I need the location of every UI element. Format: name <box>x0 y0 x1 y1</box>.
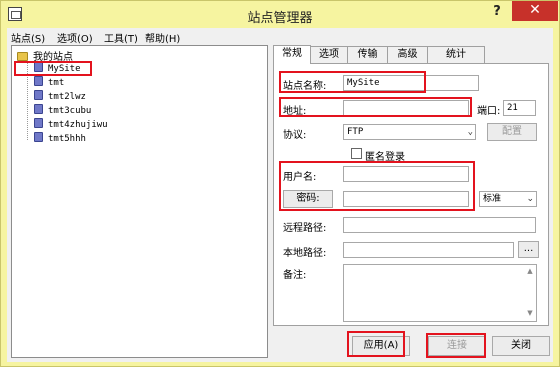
notes-textarea[interactable]: ▲ ▼ <box>343 264 537 322</box>
tree-item-mysite[interactable]: MySite <box>34 62 81 75</box>
address-input[interactable] <box>343 100 469 116</box>
site-name-label: 站点名称: <box>283 81 327 92</box>
close-button[interactable]: 关闭 <box>492 336 550 356</box>
help-button[interactable]: ? <box>487 4 507 22</box>
site-name-input[interactable]: MySite <box>343 75 479 91</box>
browse-button[interactable]: ... <box>518 241 539 258</box>
password-button[interactable]: 密码: <box>283 190 333 208</box>
server-icon <box>34 90 43 100</box>
menu-options[interactable]: 选项(O) <box>57 30 93 45</box>
folder-icon <box>17 52 28 61</box>
local-path-label: 本地路径: <box>283 248 327 259</box>
tree-item-label: tmt3cubu <box>48 106 92 116</box>
chevron-down-icon: ⌄ <box>467 127 473 137</box>
window-title: 站点管理器 <box>247 11 313 26</box>
menu-bar: 站点(S) 选项(O) 工具(T) 帮助(H) <box>7 28 553 45</box>
config-button[interactable]: 配置 <box>487 123 537 141</box>
address-label: 地址: <box>283 106 307 117</box>
protocol-select[interactable]: FTP ⌄ <box>343 124 476 140</box>
password-input[interactable] <box>343 191 469 207</box>
notes-label: 备注: <box>283 270 307 281</box>
tree-root[interactable]: 我的站点 <box>17 48 73 63</box>
tab-advanced[interactable]: 高级 <box>387 46 428 63</box>
auth-mode-value: 标准 <box>483 194 502 204</box>
local-path-input[interactable] <box>343 242 514 258</box>
tree-item-tmt2lwz[interactable]: tmt2lwz <box>34 90 86 103</box>
menu-site[interactable]: 站点(S) <box>11 30 45 45</box>
server-icon <box>34 104 43 114</box>
port-input[interactable]: 21 <box>503 100 536 116</box>
general-tab-panel: 站点名称: MySite 地址: 端口: 21 协议: FTP ⌄ 配置 匿名登… <box>273 63 549 326</box>
anonymous-checkbox[interactable] <box>351 148 362 159</box>
protocol-label: 协议: <box>283 130 307 141</box>
tree-item-label: tmt4zhujiwu <box>48 120 108 130</box>
scroll-down-icon[interactable]: ▼ <box>525 309 535 319</box>
tab-general[interactable]: 常规 <box>273 45 311 64</box>
connect-button[interactable]: 连接 <box>428 336 486 356</box>
username-input[interactable] <box>343 166 469 182</box>
tree-connector <box>27 59 28 140</box>
remote-path-input[interactable] <box>343 217 536 233</box>
tree-item-label: tmt5hhh <box>48 134 86 144</box>
site-manager-window: 站点管理器 ? ✕ 站点(S) 选项(O) 工具(T) 帮助(H) 我的站点 M… <box>0 0 560 367</box>
dialog-client: 站点(S) 选项(O) 工具(T) 帮助(H) 我的站点 MySite tmt … <box>7 28 553 362</box>
port-label: 端口: <box>477 106 501 117</box>
apply-button[interactable]: 应用(A) <box>352 336 410 356</box>
server-icon <box>34 76 43 86</box>
protocol-value: FTP <box>347 127 364 137</box>
tree-item-tmt[interactable]: tmt <box>34 76 64 89</box>
tab-statistics[interactable]: 统计 <box>427 46 485 63</box>
chevron-down-icon: ⌄ <box>526 194 534 204</box>
tree-item-tmt5hhh[interactable]: tmt5hhh <box>34 132 86 145</box>
tab-options[interactable]: 选项 <box>310 46 348 63</box>
scroll-up-icon[interactable]: ▲ <box>525 267 535 277</box>
anonymous-label: 匿名登录 <box>365 152 405 163</box>
server-icon <box>34 118 43 128</box>
tree-item-label: tmt2lwz <box>48 92 86 102</box>
tree-item-label: tmt <box>48 78 65 88</box>
close-window-button[interactable]: ✕ <box>512 1 558 21</box>
menu-tools[interactable]: 工具(T) <box>104 30 138 45</box>
server-icon <box>34 62 43 72</box>
username-label: 用户名: <box>283 172 317 183</box>
tree-item-tmt4zhujiwu[interactable]: tmt4zhujiwu <box>34 118 108 131</box>
tab-transfer[interactable]: 传输 <box>347 46 388 63</box>
site-tree[interactable]: 我的站点 MySite tmt tmt2lwz tmt3cubu tmt4zhu… <box>11 45 268 358</box>
remote-path-label: 远程路径: <box>283 223 327 234</box>
title-bar: 站点管理器 ? ✕ <box>1 1 559 28</box>
tree-item-tmt3cubu[interactable]: tmt3cubu <box>34 104 91 117</box>
auth-mode-select[interactable]: 标准 ⌄ <box>479 191 537 207</box>
server-icon <box>34 132 43 142</box>
menu-help[interactable]: 帮助(H) <box>145 30 180 45</box>
tree-item-label: MySite <box>48 64 81 74</box>
